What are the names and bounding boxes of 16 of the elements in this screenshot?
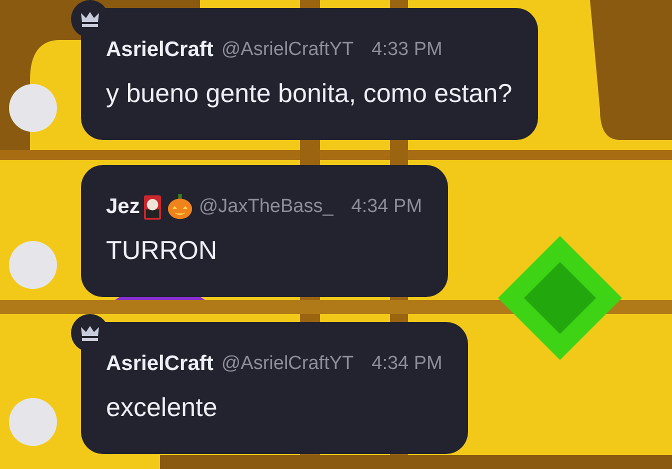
timestamp: 4:34 PM <box>372 353 442 375</box>
timestamp: 4:33 PM <box>372 39 442 61</box>
username: AsrielCraft <box>106 38 214 62</box>
message-text: excelente <box>106 392 218 423</box>
user-handle: @JaxTheBass_ <box>198 196 334 218</box>
crown-icon <box>80 325 100 341</box>
pumpkin-icon <box>166 194 193 220</box>
message-text: y bueno gente bonita, como estan? <box>106 78 512 109</box>
username: Jez <box>106 195 140 219</box>
user-handle: @AsrielCraftYT <box>221 353 354 375</box>
message-text: TURRON <box>106 235 218 266</box>
username: AsrielCraft <box>106 352 214 376</box>
timestamp: 4:34 PM <box>351 196 422 218</box>
playing-card-icon <box>144 194 161 220</box>
crown-icon <box>80 11 100 27</box>
user-handle: @AsrielCraftYT <box>221 39 354 61</box>
